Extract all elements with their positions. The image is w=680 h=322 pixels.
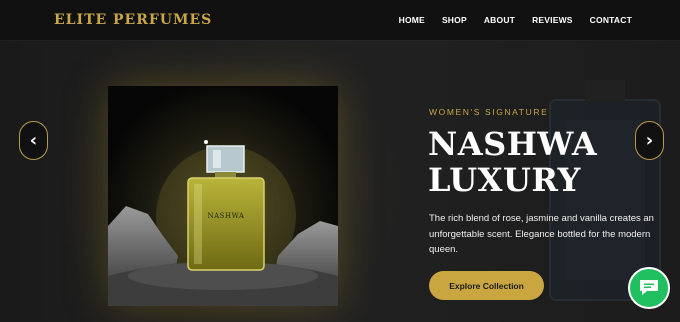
slide-category: WOMEN'S SIGNATURE bbox=[429, 107, 549, 117]
chevron-right-icon: › bbox=[645, 130, 654, 151]
slide-description: The rich blend of rose, jasmine and vani… bbox=[429, 213, 654, 255]
nav-item-about[interactable]: ABOUT bbox=[484, 15, 515, 25]
brand-logo[interactable]: ELITE PERFUMES bbox=[54, 12, 212, 28]
hero-slider: NASHWA ‹ › WOMEN'S SIGNATURE NASHWA LUXU… bbox=[0, 40, 680, 322]
slide-title-line2: LUXURY bbox=[428, 161, 581, 199]
previous-slide-button[interactable]: ‹ bbox=[19, 121, 48, 160]
chevron-left-icon: ‹ bbox=[29, 130, 38, 151]
product-bottle-label: NASHWA bbox=[207, 212, 245, 220]
chat-bubble-icon bbox=[640, 280, 658, 295]
nav-item-home[interactable]: HOME bbox=[399, 15, 425, 25]
top-navigation: ELITE PERFUMES HOME SHOP ABOUT REVIEWS C… bbox=[0, 0, 680, 40]
nav-item-shop[interactable]: SHOP bbox=[442, 15, 467, 25]
nav-menu: HOME SHOP ABOUT REVIEWS CONTACT bbox=[399, 15, 632, 25]
nav-item-reviews[interactable]: REVIEWS bbox=[532, 15, 573, 25]
chat-button[interactable] bbox=[628, 267, 670, 309]
explore-collection-button[interactable]: Explore Collection bbox=[429, 271, 544, 300]
next-slide-button[interactable]: › bbox=[635, 121, 664, 160]
slide-title: NASHWA LUXURY bbox=[428, 126, 638, 198]
nav-item-contact[interactable]: CONTACT bbox=[590, 15, 632, 25]
slide-title-line1: NASHWA bbox=[428, 125, 598, 163]
product-image: NASHWA bbox=[108, 86, 338, 306]
